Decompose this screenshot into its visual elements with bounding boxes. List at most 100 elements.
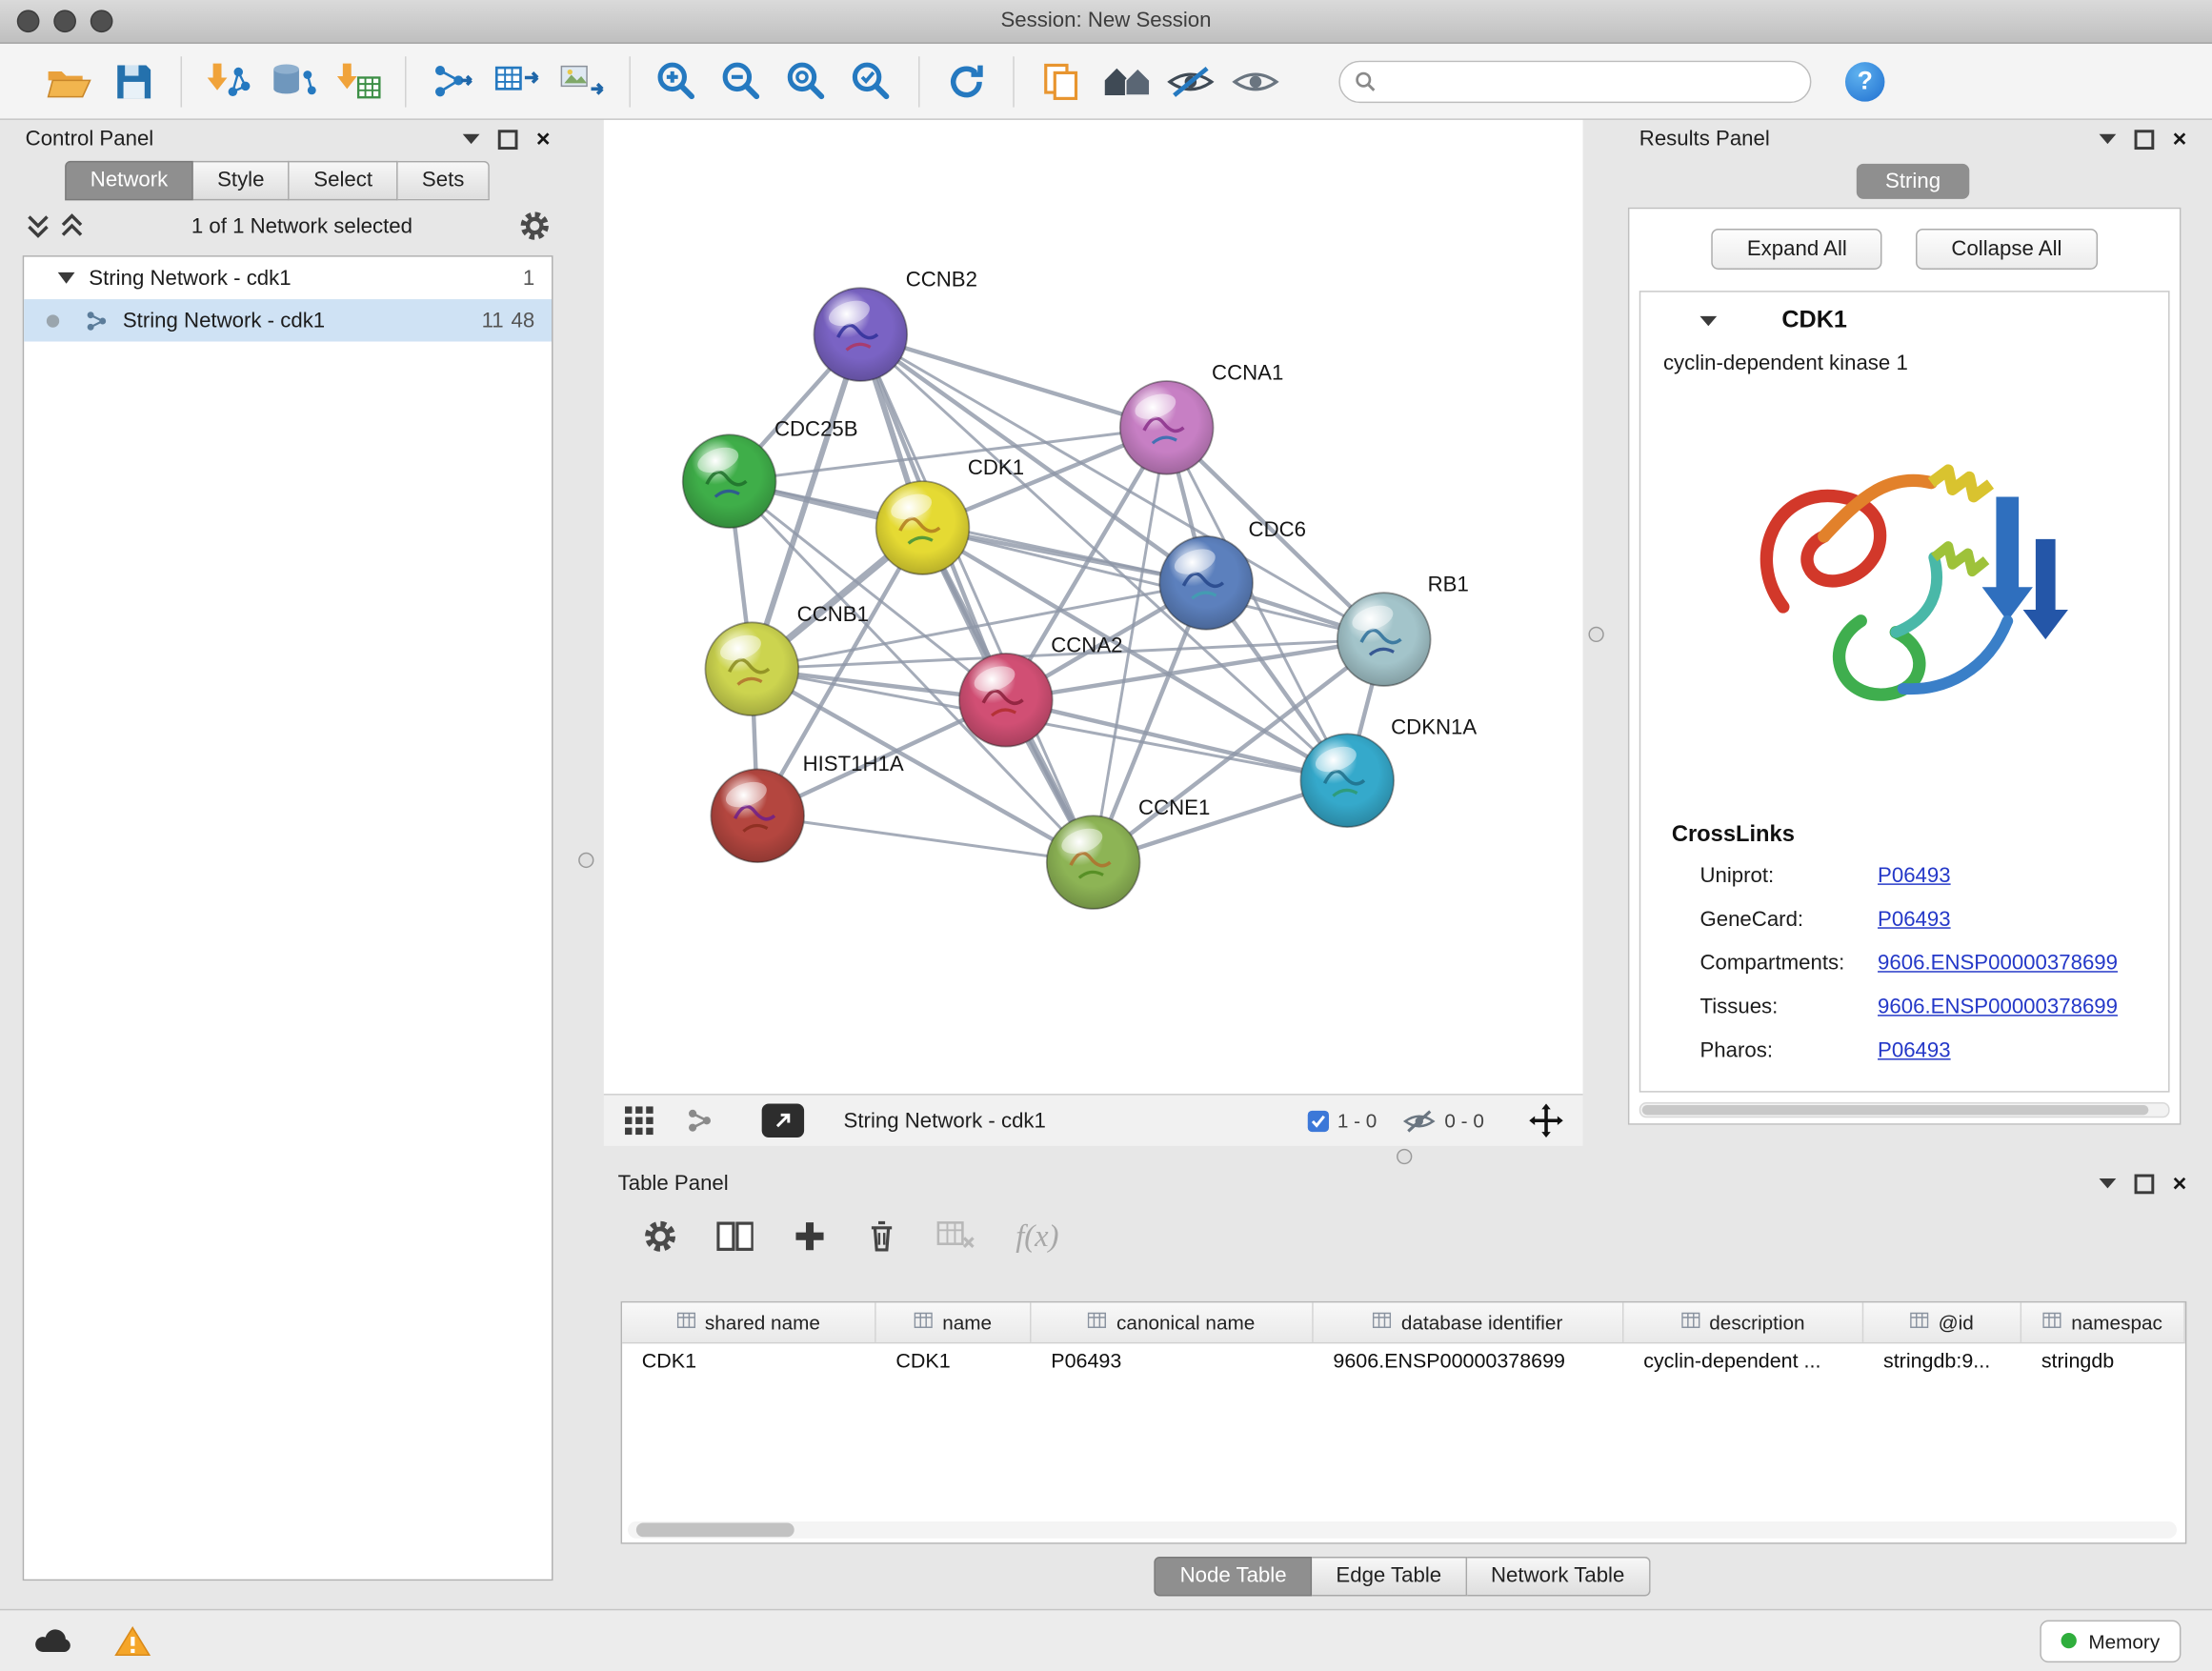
zoom-selected-button[interactable] [839, 50, 904, 112]
node-CDC25B[interactable] [683, 434, 776, 528]
table-cell[interactable]: stringdb:9... [1863, 1351, 2021, 1374]
tab-style[interactable]: Style [193, 161, 290, 200]
table-cell[interactable]: cyclin-dependent ... [1623, 1351, 1863, 1374]
export-table-button[interactable] [485, 50, 550, 112]
collection-expand-icon[interactable] [58, 272, 75, 284]
table-row[interactable]: CDK1CDK1P064939606.ENSP00000378699cyclin… [622, 1343, 2185, 1380]
collapse-all-icon[interactable] [26, 213, 51, 239]
gear-icon[interactable] [519, 211, 551, 242]
table-cell[interactable]: CDK1 [876, 1351, 1032, 1374]
show-columns-icon[interactable] [716, 1220, 754, 1252]
edge-CCNB2-CCNA1[interactable] [860, 334, 1166, 428]
import-network-from-database-button[interactable] [261, 50, 326, 112]
table-horizontal-scrollbar[interactable] [628, 1521, 2177, 1539]
table-cell[interactable]: P06493 [1032, 1351, 1314, 1374]
hide-selected-button[interactable] [1158, 50, 1223, 112]
warning-icon[interactable] [112, 1623, 151, 1658]
column-header-shared-name[interactable]: shared name [622, 1302, 876, 1341]
crosslink-value-link[interactable]: P06493 [1878, 1038, 1951, 1062]
memory-button[interactable]: Memory [2041, 1620, 2181, 1661]
column-header-description[interactable]: description [1623, 1302, 1863, 1341]
network-canvas[interactable]: CCNB2CCNA1CDC25BCDK1CDC6RB1CCNB1CCNA2CDK… [604, 120, 1583, 1094]
grid-view-icon[interactable] [624, 1105, 655, 1137]
node-CCNE1[interactable] [1047, 815, 1140, 909]
collapse-all-button[interactable]: Collapse All [1916, 229, 2097, 270]
horizontal-splitter-handle[interactable] [1397, 1149, 1412, 1164]
open-in-window-button[interactable] [762, 1103, 804, 1137]
export-image-button[interactable] [551, 50, 615, 112]
node-CCNB2[interactable] [814, 288, 907, 381]
node-CDC6[interactable] [1159, 536, 1253, 630]
import-table-from-file-button[interactable] [326, 50, 391, 112]
pan-crosshair-icon[interactable] [1529, 1103, 1563, 1137]
results-horizontal-scrollbar[interactable] [1639, 1102, 2170, 1117]
float-panel-icon[interactable] [2135, 1174, 2155, 1194]
zoom-fit-button[interactable] [774, 50, 839, 112]
column-header-canonical-name[interactable]: canonical name [1032, 1302, 1314, 1341]
network-collection-row[interactable]: String Network - cdk1 1 [24, 257, 552, 299]
cloud-icon[interactable] [31, 1625, 76, 1657]
tab-string[interactable]: String [1857, 164, 1968, 199]
node-RB1[interactable] [1337, 593, 1431, 686]
copy-button[interactable] [1029, 50, 1094, 112]
column-header-name[interactable]: name [876, 1302, 1032, 1341]
left-splitter-handle[interactable] [578, 853, 593, 868]
right-splitter-handle[interactable] [1588, 627, 1603, 642]
crosslink-value-link[interactable]: 9606.ENSP00000378699 [1878, 995, 2118, 1018]
zoom-out-button[interactable] [710, 50, 774, 112]
column-header--id[interactable]: @id [1863, 1302, 2021, 1341]
table-cell[interactable]: stringdb [2021, 1351, 2185, 1374]
close-panel-icon[interactable]: × [2173, 127, 2187, 151]
node-HIST1H1A[interactable] [711, 769, 804, 862]
selected-checkbox-icon[interactable] [1308, 1110, 1329, 1131]
tab-network-table[interactable]: Network Table [1467, 1557, 1650, 1596]
edge-HIST1H1A-CCNE1[interactable] [757, 815, 1093, 862]
panel-menu-icon[interactable] [2100, 134, 2117, 144]
search-input[interactable] [1385, 69, 1796, 94]
panel-menu-icon[interactable] [2100, 1178, 2117, 1188]
section-collapse-icon[interactable] [1699, 315, 1717, 325]
table-cell[interactable]: CDK1 [622, 1351, 876, 1374]
edge-CCNE1-CCNB2[interactable] [860, 334, 1093, 862]
show-all-button[interactable] [1223, 50, 1288, 112]
help-button[interactable]: ? [1845, 61, 1884, 100]
add-column-icon[interactable] [793, 1219, 827, 1254]
column-header-namespac[interactable]: namespac [2021, 1302, 2185, 1341]
string-network-graph[interactable]: CCNB2CCNA1CDC25BCDK1CDC6RB1CCNB1CCNA2CDK… [604, 120, 1583, 1094]
tab-sets[interactable]: Sets [398, 161, 490, 200]
import-network-from-file-button[interactable] [196, 50, 261, 112]
expand-all-button[interactable]: Expand All [1712, 229, 1882, 270]
table-cell[interactable]: 9606.ENSP00000378699 [1314, 1351, 1624, 1374]
search-field[interactable] [1338, 60, 1811, 102]
birdseye-navigator-button[interactable] [1094, 50, 1158, 112]
tab-select[interactable]: Select [290, 161, 398, 200]
tab-node-table[interactable]: Node Table [1155, 1557, 1312, 1596]
open-session-button[interactable] [37, 50, 102, 112]
protein-section-header[interactable]: CDK1 [1640, 292, 2168, 349]
zoom-in-button[interactable] [645, 50, 710, 112]
tab-edge-table[interactable]: Edge Table [1312, 1557, 1467, 1596]
close-panel-icon[interactable]: × [536, 127, 551, 151]
network-row[interactable]: String Network - cdk1 11 48 [24, 299, 552, 341]
node-CCNB1[interactable] [705, 622, 798, 715]
close-panel-icon[interactable]: × [2173, 1172, 2187, 1196]
column-header-database-identifier[interactable]: database identifier [1314, 1302, 1624, 1341]
node-CCNA1[interactable] [1120, 381, 1214, 474]
save-session-button[interactable] [102, 50, 167, 112]
export-network-button[interactable] [420, 50, 485, 112]
expand-all-icon[interactable] [59, 213, 85, 239]
gear-icon[interactable] [643, 1219, 677, 1254]
node-CDK1[interactable] [876, 481, 970, 574]
crosslink-value-link[interactable]: P06493 [1878, 864, 1951, 888]
tab-network[interactable]: Network [65, 161, 193, 200]
node-CCNA2[interactable] [959, 654, 1053, 747]
panel-menu-icon[interactable] [463, 134, 480, 144]
delete-column-icon[interactable] [866, 1219, 897, 1254]
node-CDKN1A[interactable] [1300, 734, 1394, 827]
crosslink-value-link[interactable]: P06493 [1878, 908, 1951, 932]
crosslink-value-link[interactable]: 9606.ENSP00000378699 [1878, 951, 2118, 975]
network-small-icon[interactable] [686, 1106, 714, 1135]
float-panel-icon[interactable] [498, 130, 518, 150]
float-panel-icon[interactable] [2135, 130, 2155, 150]
refresh-button[interactable] [934, 50, 998, 112]
